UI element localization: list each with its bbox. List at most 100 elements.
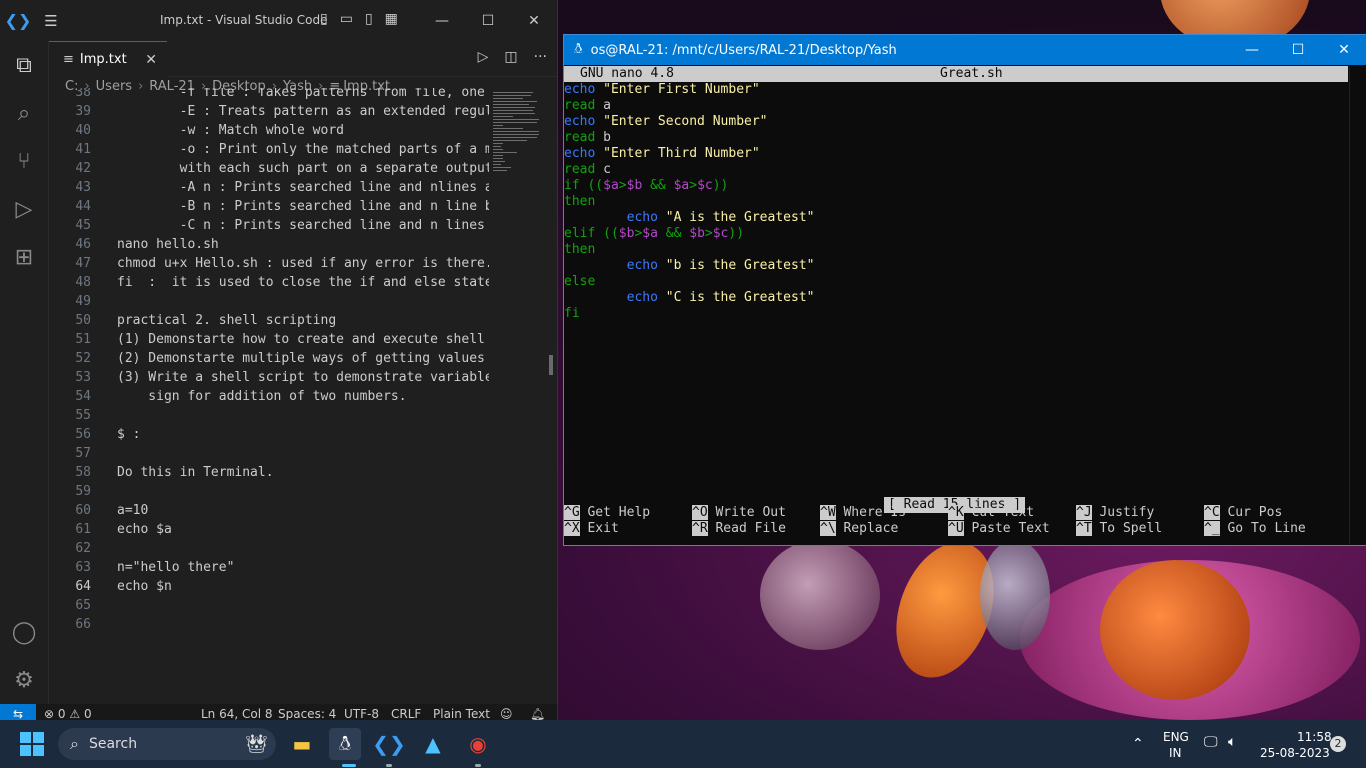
nano-line: fi [564, 306, 580, 322]
menu-icon[interactable]: ☰ [36, 12, 66, 30]
editor-line[interactable]: 47 chmod u+x Hello.sh : used if any error… [49, 254, 489, 273]
code-token: if (( [564, 178, 604, 193]
clock-date[interactable]: 25-08-2023 [1260, 746, 1330, 760]
editor-line[interactable]: 50 practical 2. shell scripting [49, 311, 489, 330]
editor-line[interactable]: 49 [49, 292, 489, 311]
editor-line[interactable]: 62 [49, 539, 489, 558]
editor-line[interactable]: 51 (1) Demonstarte how to create and exec… [49, 330, 489, 349]
maximize-icon[interactable]: ☐ [1275, 35, 1321, 65]
code-token: echo [564, 82, 596, 97]
line-number: 60 [75, 503, 91, 518]
line-number: 57 [75, 446, 91, 461]
editor-line[interactable]: 60 a=10 [49, 501, 489, 520]
network-icon[interactable]: 🖵︎ [1204, 734, 1218, 750]
cursor-position[interactable]: Ln 64, Col 8 [201, 707, 273, 721]
close-icon[interactable]: ✕ [1321, 35, 1366, 65]
language-mode[interactable]: Plain Text [433, 707, 490, 721]
clock-time[interactable]: 11:58 [1297, 730, 1332, 744]
editor-line[interactable]: 43 -A n : Prints searched line and nline… [49, 178, 489, 197]
shortcut-label: Paste Text [971, 521, 1050, 536]
line-text: (3) Write a shell script to demonstrate … [117, 370, 489, 385]
minimap[interactable] [493, 92, 545, 222]
terminal-scrollbar[interactable] [1349, 66, 1366, 544]
toggle-sidebar-icon[interactable]: ▯ [320, 11, 328, 27]
editor-line[interactable]: 59 [49, 482, 489, 501]
editor-line[interactable]: 55 [49, 406, 489, 425]
notifications-bell-icon[interactable]: 🔔︎ [530, 707, 545, 721]
line-text: -E : Treats pattern as an extended regul… [117, 104, 489, 119]
input-region[interactable]: IN [1169, 746, 1182, 760]
editor-line[interactable]: 57 [49, 444, 489, 463]
minimize-icon[interactable]: — [1229, 35, 1275, 65]
tab-close-icon[interactable]: ✕ [145, 52, 157, 68]
problems-indicator[interactable]: ⊗ 0 ⚠ 0 [44, 707, 92, 721]
editor-line[interactable]: 58 Do this in Terminal. [49, 463, 489, 482]
volume-icon[interactable]: 🔈︎ [1228, 734, 1236, 750]
wsl-ubuntu-icon[interactable]: 🐧︎ [329, 728, 361, 760]
editor-line[interactable]: 54 sign for addition of two numbers. [49, 387, 489, 406]
indentation[interactable]: Spaces: 4 [278, 707, 336, 721]
customize-layout-icon[interactable]: ▦ [385, 11, 398, 27]
explorer-icon[interactable]: ⧉ [0, 41, 48, 89]
editor-line[interactable]: 66 [49, 615, 489, 634]
text-editor[interactable]: 38 -f file : Takes patterns from file, o… [49, 88, 489, 704]
toggle-secondary-sidebar-icon[interactable]: ▯ [365, 11, 373, 27]
split-editor-icon[interactable]: ◫ [504, 49, 517, 65]
code-token: $b [689, 226, 705, 241]
editor-line[interactable]: 65 [49, 596, 489, 615]
nano-shortcut: ^O Write Out [692, 505, 786, 521]
show-hidden-icons-icon[interactable]: ⌃ [1132, 736, 1144, 752]
minimize-icon[interactable]: — [419, 0, 465, 41]
file-explorer-icon[interactable]: ▬ [286, 728, 318, 760]
nano-header: GNU nano 4.8 Great.sh [564, 66, 1348, 82]
settings-gear-icon[interactable]: ⚙ [0, 656, 48, 704]
editor-line[interactable]: 44 -B n : Prints searched line and n lin… [49, 197, 489, 216]
line-text: -f file : Takes patterns from file, one … [117, 88, 489, 100]
editor-line[interactable]: 45 -C n : Prints searched line and n lin… [49, 216, 489, 235]
feedback-icon[interactable]: ☺ [500, 707, 513, 721]
line-number: 51 [75, 332, 91, 347]
maximize-icon[interactable]: ☐ [465, 0, 511, 41]
shortcut-label: Get Help [587, 505, 651, 520]
line-number: 49 [75, 294, 91, 309]
nano-version: GNU nano 4.8 [580, 66, 674, 81]
editor-line[interactable]: 39 -E : Treats pattern as an extended re… [49, 102, 489, 121]
account-icon[interactable]: ◯ [0, 608, 48, 656]
line-text: a=10 [117, 503, 149, 518]
close-icon[interactable]: ✕ [511, 0, 557, 41]
editor-line[interactable]: 61 echo $a [49, 520, 489, 539]
run-debug-icon[interactable]: ▷ [0, 185, 48, 233]
run-icon[interactable]: ▷ [478, 49, 489, 65]
more-actions-icon[interactable]: ··· [534, 49, 547, 65]
taskbar-search-box[interactable]: ⌕ Search 👑︎ [58, 728, 276, 760]
nano-line: read a [564, 98, 611, 114]
editor-scrollbar[interactable] [549, 355, 553, 375]
minimap-line [493, 167, 511, 168]
tab-imp-txt[interactable]: ≡ Imp.txt ✕ [49, 41, 167, 77]
editor-line[interactable]: 63 n="hello there" [49, 558, 489, 577]
editor-line[interactable]: 48 fi : it is used to close the if and el… [49, 273, 489, 292]
editor-line[interactable]: 52 (2) Demonstarte multiple ways of getti… [49, 349, 489, 368]
end-of-line[interactable]: CRLF [391, 707, 421, 721]
editor-line[interactable]: 53 (3) Write a shell script to demonstrat… [49, 368, 489, 387]
editor-line[interactable]: 38 -f file : Takes patterns from file, o… [49, 88, 489, 102]
chrome-icon[interactable]: ◉ [462, 728, 494, 760]
extensions-icon[interactable]: ⊞ [0, 233, 48, 281]
encoding[interactable]: UTF-8 [344, 707, 379, 721]
editor-line[interactable]: 40 -w : Match whole word [49, 121, 489, 140]
search-icon[interactable]: ⌕ [0, 89, 48, 137]
photos-icon[interactable]: ▲ [417, 728, 449, 760]
source-control-icon[interactable]: ⑂ [0, 137, 48, 185]
editor-line[interactable]: 41 -o : Print only the matched parts of … [49, 140, 489, 159]
start-button[interactable] [20, 732, 44, 756]
shortcut-key: ^U [948, 521, 964, 536]
code-token: $c [697, 178, 713, 193]
input-language[interactable]: ENG [1163, 730, 1189, 744]
editor-line[interactable]: 46 nano hello.sh [49, 235, 489, 254]
editor-line[interactable]: 56 $ : [49, 425, 489, 444]
editor-line[interactable]: 64 echo $n [49, 577, 489, 596]
editor-line[interactable]: 42 with each such part on a separate out… [49, 159, 489, 178]
toggle-panel-icon[interactable]: ▭ [340, 11, 353, 27]
notification-badge[interactable]: 2 [1330, 736, 1346, 752]
vscode-taskbar-icon[interactable]: ❮❯ [372, 728, 406, 760]
